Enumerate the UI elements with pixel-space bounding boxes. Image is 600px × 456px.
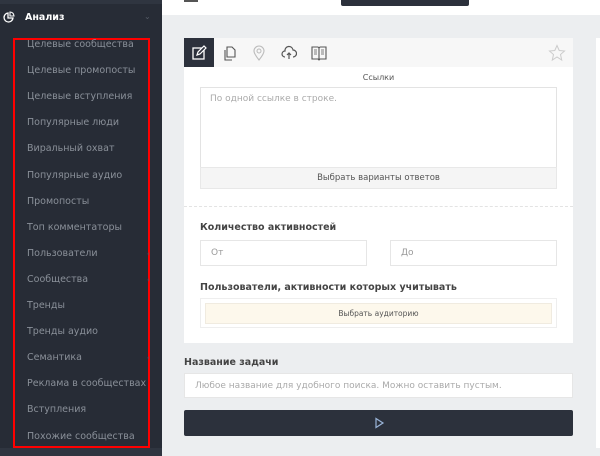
sidebar-top <box>0 0 162 4</box>
sidebar-item[interactable]: Целевые вступления <box>27 91 132 102</box>
tab-copy[interactable] <box>215 38 245 67</box>
sidebar-item[interactable]: Популярные люди <box>27 117 119 128</box>
task-name-input[interactable]: Любое название для удобного поиска. Можн… <box>184 373 573 398</box>
links-label: Ссылки <box>362 73 395 82</box>
sidebar-item[interactable]: Топ комментаторы <box>27 222 122 233</box>
star-icon[interactable] <box>548 44 566 62</box>
links-textarea[interactable]: По одной ссылке в строке. <box>200 87 557 167</box>
menu-icon[interactable] <box>184 0 198 2</box>
sidebar-item[interactable]: Реклама в сообществах <box>27 378 146 389</box>
sidebar-item[interactable]: Промопосты <box>27 196 89 207</box>
card-toolbar <box>184 38 573 67</box>
audience-box: Выбрать аудиторию <box>200 298 557 328</box>
sidebar-item[interactable]: Тренды <box>27 300 65 311</box>
to-input[interactable]: До <box>390 240 557 266</box>
sidebar-item[interactable]: Целевые сообщества <box>27 39 134 50</box>
sidebar-item[interactable]: Пользователи <box>27 248 98 259</box>
edit-icon <box>192 44 207 60</box>
sidebar-item[interactable]: Семантика <box>27 352 82 363</box>
tab-edit[interactable] <box>184 38 214 67</box>
play-icon <box>374 417 384 429</box>
chevron-icon: ‹ <box>147 354 150 363</box>
sidebar-item[interactable]: Тренды аудио <box>27 326 98 337</box>
chevron-icon: ‹ <box>147 249 150 258</box>
chevron-icon: ‹ <box>147 275 150 284</box>
pie-chart-icon <box>3 11 15 23</box>
top-bar <box>162 0 600 15</box>
choose-answers-button[interactable]: Выбрать варианты ответов <box>200 167 557 189</box>
sidebar-section-analysis[interactable]: Анализ ⌄ <box>0 8 162 30</box>
choose-audience-button[interactable]: Выбрать аудиторию <box>205 303 552 324</box>
sidebar-item[interactable]: Сообщества <box>27 274 88 285</box>
sidebar-bottom <box>0 448 162 456</box>
activity-count-label: Количество активностей <box>200 222 337 233</box>
cloud-upload-icon <box>281 45 297 59</box>
sidebar-item[interactable]: Целевые промопосты <box>27 65 135 76</box>
book-icon <box>311 45 327 61</box>
from-input[interactable]: От <box>200 240 367 266</box>
chevron-down-icon[interactable]: ⌄ <box>144 12 151 21</box>
tab-location[interactable] <box>244 38 274 67</box>
location-pin-icon <box>253 45 265 61</box>
sidebar-item[interactable]: Виральный охват <box>27 143 115 154</box>
tab-upload[interactable] <box>274 38 304 67</box>
users-label: Пользователи, активности которых учитыва… <box>200 282 457 293</box>
run-button[interactable] <box>184 410 573 436</box>
divider <box>184 206 573 207</box>
sidebar-section-title: Анализ <box>25 12 65 23</box>
sidebar-item[interactable]: Популярные аудио <box>27 170 122 181</box>
copy-icon <box>224 45 236 61</box>
sidebar: Анализ ⌄ Целевые сообщества Целевые промо… <box>0 0 162 456</box>
top-button[interactable] <box>341 0 469 6</box>
sidebar-item[interactable]: Вступления <box>27 404 86 415</box>
right-panel <box>596 38 600 448</box>
task-name-label: Название задачи <box>184 357 279 368</box>
tab-book[interactable] <box>304 38 334 67</box>
task-form-card: Ссылки По одной ссылке в строке. Выбрать… <box>184 38 573 343</box>
sidebar-item[interactable]: Похожие сообщества <box>27 431 135 442</box>
